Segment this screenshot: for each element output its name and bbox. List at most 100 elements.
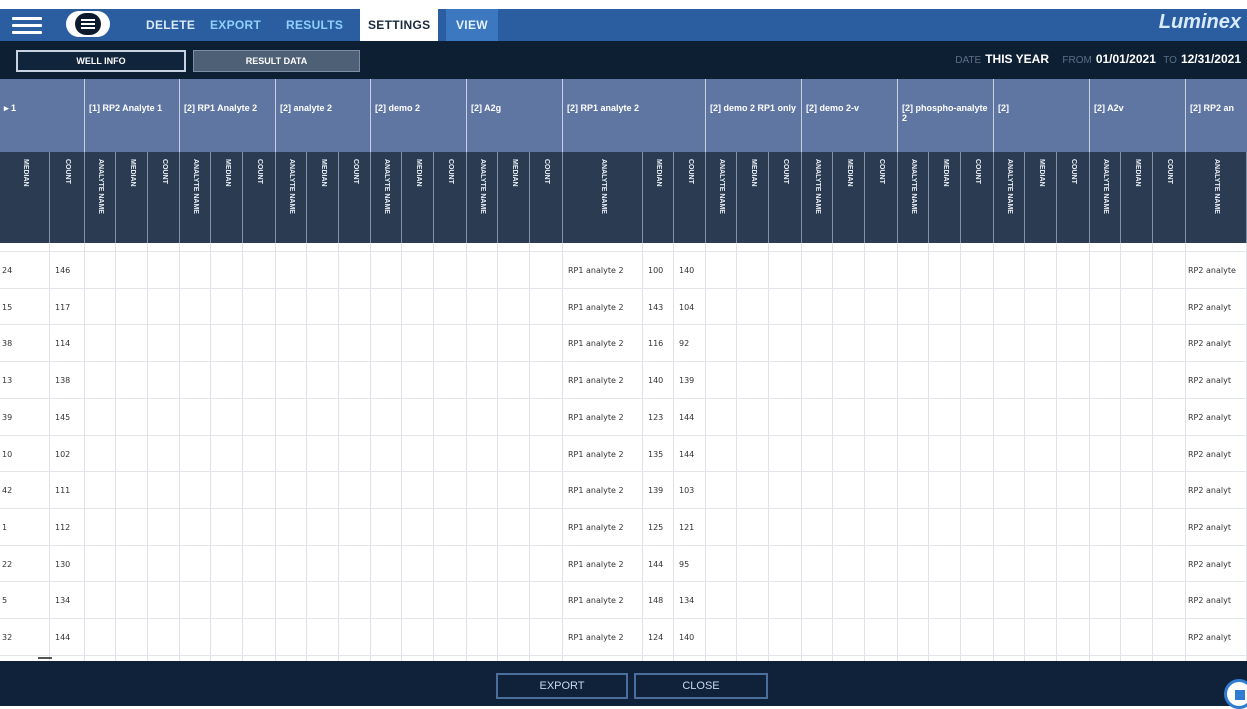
column-header-median[interactable]: MEDIAN	[1025, 152, 1057, 243]
hamburger-menu-icon[interactable]	[12, 14, 42, 36]
grid-divider	[433, 243, 434, 661]
cell-count: 146	[55, 266, 71, 275]
column-header-median[interactable]: MEDIAN	[833, 152, 865, 243]
cell-count: 134	[679, 596, 695, 605]
cell-analyte-name: RP2 analyt	[1188, 303, 1231, 312]
column-header-count[interactable]: COUNT	[1057, 152, 1090, 243]
grid-divider	[832, 243, 833, 661]
nav-settings[interactable]: SETTINGS	[360, 9, 439, 41]
cell-count: 121	[679, 523, 695, 532]
cell-median: 123	[648, 413, 664, 422]
column-header-label: MEDIAN	[128, 159, 136, 187]
cell-count: 114	[55, 339, 71, 348]
grid-divider	[275, 243, 276, 661]
brand-logo: Luminex	[1158, 11, 1241, 33]
column-header-median[interactable]: MEDIAN	[1121, 152, 1153, 243]
cell-analyte-name: RP2 analyt	[1188, 633, 1231, 642]
close-button[interactable]: CLOSE	[634, 673, 768, 699]
column-header-analyte[interactable]: ANALYTE NAME	[706, 152, 737, 243]
column-header-analyte[interactable]: ANALYTE NAME	[994, 152, 1025, 243]
column-header-count[interactable]: COUNT	[769, 152, 802, 243]
from-date: 01/01/2021	[1095, 52, 1156, 66]
column-header-count[interactable]: COUNT	[961, 152, 994, 243]
cell-median: 15	[2, 303, 13, 312]
column-header-label: ANALYTE NAME	[1102, 159, 1109, 214]
horizontal-scroll-thumb[interactable]	[38, 657, 52, 659]
column-header-count[interactable]: COUNT	[148, 152, 180, 243]
column-header-count[interactable]: COUNT	[339, 152, 371, 243]
column-header-label: ANALYTE NAME	[288, 159, 295, 214]
nav-view[interactable]: VIEW	[446, 9, 498, 41]
row-divider	[0, 288, 1247, 289]
result-data-table[interactable]: ▸ 1 [1] RP2 Analyte 1 [2] RP1 Analyte 2 [2]…	[0, 79, 1247, 661]
column-header-median[interactable]: MEDIAN	[116, 152, 148, 243]
column-header-analyte[interactable]: ANALYTE NAME	[563, 152, 643, 243]
column-header-label: MEDIAN	[1133, 159, 1141, 187]
column-header-median[interactable]: MEDIAN	[402, 152, 434, 243]
column-header-analyte[interactable]: ANALYTE NAME	[1186, 152, 1247, 243]
cell-analyte-name: RP2 analyt	[1188, 376, 1231, 385]
cell-analyte-name: RP1 analyte 2	[568, 266, 624, 275]
column-header-median[interactable]: MEDIAN	[737, 152, 769, 243]
column-header-analyte[interactable]: ANALYTE NAME	[85, 152, 116, 243]
column-header-median[interactable]: MEDIAN	[307, 152, 339, 243]
column-header-analyte[interactable]: ANALYTE NAME	[898, 152, 929, 243]
column-header-analyte[interactable]: ANALYTE NAME	[180, 152, 211, 243]
cell-analyte-name: RP2 analyt	[1188, 486, 1231, 495]
column-header-median[interactable]: MEDIAN	[498, 152, 530, 243]
column-header-count[interactable]: COUNT	[530, 152, 563, 243]
nav-export[interactable]: EXPORT	[210, 9, 261, 41]
column-header-label: COUNT	[686, 159, 694, 184]
column-header-label: ANALYTE NAME	[910, 159, 917, 214]
cell-count: 139	[679, 376, 695, 385]
cell-analyte-name: RP2 analyt	[1188, 596, 1231, 605]
grid-divider	[210, 243, 211, 661]
corner-action-icon[interactable]	[1224, 679, 1247, 709]
cell-analyte-name: RP1 analyte 2	[568, 413, 624, 422]
column-header-analyte[interactable]: ANALYTE NAME	[1090, 152, 1121, 243]
grid-divider	[338, 243, 339, 661]
column-header-median[interactable]: MEDIAN	[211, 152, 243, 243]
column-header-label: MEDIAN	[749, 159, 757, 187]
group-header: [2] RP2 an	[1186, 79, 1247, 152]
column-header-analyte[interactable]: ANALYTE NAME	[467, 152, 498, 243]
export-button[interactable]: EXPORT	[496, 673, 628, 699]
nav-results[interactable]: RESULTS	[286, 9, 343, 41]
cell-analyte-name: RP1 analyte 2	[568, 486, 624, 495]
column-header-median[interactable]: MEDIAN	[929, 152, 961, 243]
grid-divider	[49, 243, 50, 661]
column-header-analyte[interactable]: ANALYTE NAME	[276, 152, 307, 243]
column-header-analyte[interactable]: ANALYTE NAME	[802, 152, 833, 243]
column-header-count[interactable]: COUNT	[865, 152, 898, 243]
grid-divider	[928, 243, 929, 661]
cell-median: 139	[648, 486, 664, 495]
cell-count: 144	[679, 450, 695, 459]
grid-divider	[306, 243, 307, 661]
column-header-analyte[interactable]: ANALYTE NAME	[371, 152, 402, 243]
row-divider	[0, 361, 1247, 362]
column-header-median[interactable]: MEDIAN	[0, 152, 50, 243]
column-header-count[interactable]: COUNT	[50, 152, 85, 243]
date-range[interactable]: DATE THIS YEAR FROM 01/01/2021 TO 12/31/202…	[951, 52, 1241, 66]
cell-analyte-name: RP2 analyt	[1188, 339, 1231, 348]
column-header-label: COUNT	[1070, 159, 1077, 184]
result-data-button[interactable]: RESULT DATA	[193, 50, 360, 72]
cell-count: 92	[679, 339, 690, 348]
group-header: [2] phospho-analyte 2	[898, 79, 994, 152]
cell-median: 144	[648, 560, 664, 569]
cell-analyte-name: RP1 analyte 2	[568, 339, 624, 348]
column-header-count[interactable]: COUNT	[243, 152, 276, 243]
column-header-label: COUNT	[64, 159, 71, 184]
grid-divider	[897, 243, 898, 661]
cell-count: 134	[55, 596, 71, 605]
column-header-count[interactable]: COUNT	[434, 152, 467, 243]
column-header-count[interactable]: COUNT	[1153, 152, 1186, 243]
column-header-count[interactable]: COUNT	[674, 152, 706, 243]
well-info-button[interactable]: WELL INFO	[16, 50, 186, 72]
row-divider	[0, 618, 1247, 619]
list-view-icon[interactable]	[66, 11, 110, 37]
column-header-median[interactable]: MEDIAN	[643, 152, 674, 243]
cell-analyte-name: RP2 analyt	[1188, 413, 1231, 422]
cell-analyte-name: RP1 analyte 2	[568, 523, 624, 532]
nav-delete[interactable]: DELETE	[146, 9, 195, 41]
